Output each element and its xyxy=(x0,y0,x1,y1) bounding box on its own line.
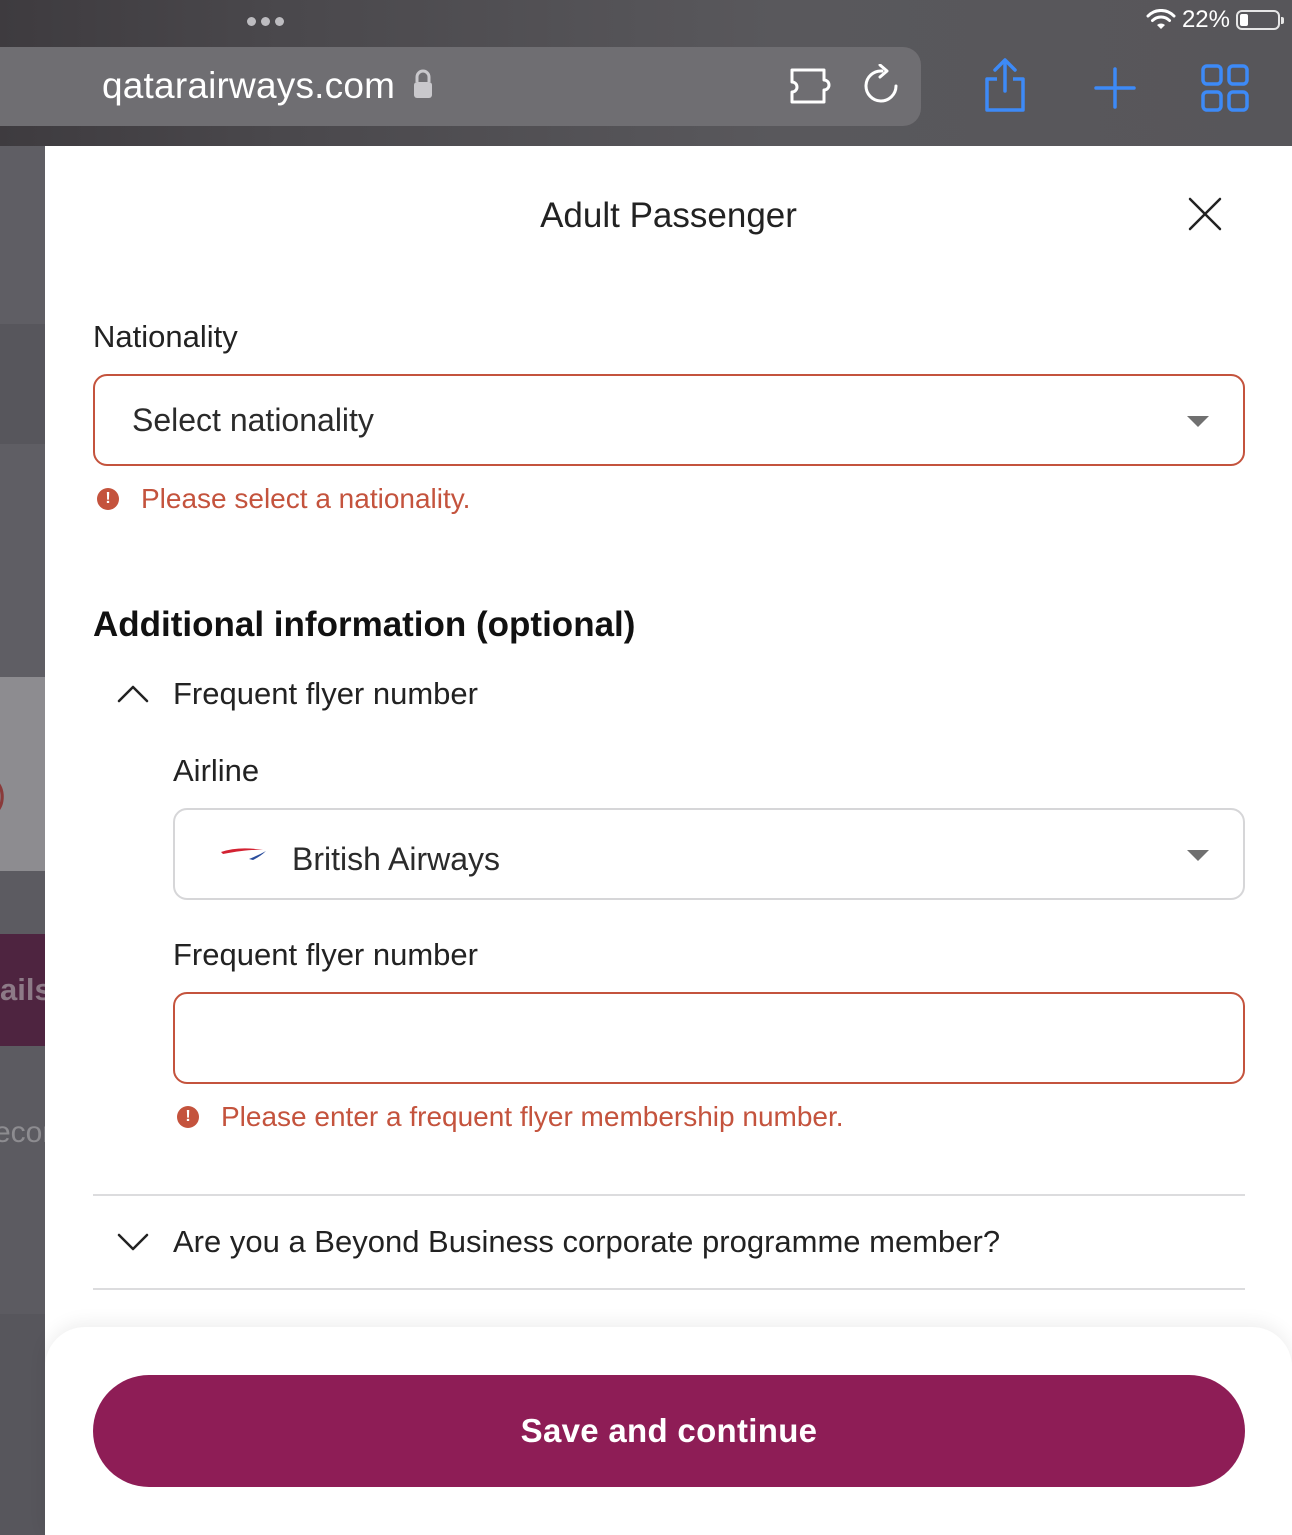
background-page xyxy=(0,146,45,324)
battery-icon xyxy=(1236,10,1284,30)
ffn-error-text: Please enter a frequent flyer membership… xyxy=(221,1101,844,1132)
multitasking-dots[interactable] xyxy=(247,17,284,26)
reload-icon[interactable] xyxy=(862,64,902,106)
nationality-error-text: Please select a nationality. xyxy=(141,483,471,514)
error-icon: ! xyxy=(97,488,119,510)
additional-info-heading: Additional information (optional) xyxy=(93,605,636,644)
divider xyxy=(93,1288,1245,1290)
nationality-placeholder: Select nationality xyxy=(132,402,374,438)
ffn-error: ! Please enter a frequent flyer membersh… xyxy=(177,1101,844,1133)
background-text-fragment: ) xyxy=(0,773,6,815)
passenger-modal: Adult Passenger Nationality Select natio… xyxy=(45,146,1292,1535)
lock-icon xyxy=(414,69,432,98)
url-text[interactable]: qatarairways.com xyxy=(102,65,395,107)
battery-percentage: 22% xyxy=(1181,6,1230,33)
ffn-label: Frequent flyer number xyxy=(173,937,478,972)
chevron-down-icon xyxy=(1187,416,1209,427)
tabs-grid-icon[interactable] xyxy=(1201,64,1249,112)
close-icon[interactable] xyxy=(1187,196,1223,232)
nationality-label: Nationality xyxy=(93,319,238,354)
frequent-flyer-accordion-title: Frequent flyer number xyxy=(173,676,478,711)
chevron-down-icon xyxy=(1187,850,1209,861)
ffn-input[interactable] xyxy=(173,992,1245,1084)
modal-footer: Save and continue xyxy=(45,1327,1292,1535)
beyond-business-accordion[interactable]: Are you a Beyond Business corporate prog… xyxy=(117,1224,1000,1260)
airline-select[interactable]: British Airways xyxy=(173,808,1245,900)
frequent-flyer-accordion[interactable]: Frequent flyer number xyxy=(117,676,478,712)
plus-icon[interactable] xyxy=(1094,67,1136,109)
chevron-up-icon xyxy=(117,685,149,703)
error-icon: ! xyxy=(177,1106,199,1128)
modal-title: Adult Passenger xyxy=(540,196,797,235)
background-text-fragment: ails xyxy=(0,972,52,1007)
extension-icon[interactable] xyxy=(788,66,836,106)
wifi-icon xyxy=(1146,9,1176,29)
address-bar[interactable]: qatarairways.com xyxy=(0,47,921,126)
airline-label: Airline xyxy=(173,753,260,788)
status-bar: 22% xyxy=(1146,6,1284,34)
divider xyxy=(93,1194,1245,1196)
nationality-select[interactable]: Select nationality xyxy=(93,374,1245,466)
british-airways-logo xyxy=(221,848,266,860)
airline-selected-value: British Airways xyxy=(292,841,501,877)
share-icon[interactable] xyxy=(982,57,1028,113)
nationality-error: ! Please select a nationality. xyxy=(97,483,470,515)
chevron-down-icon xyxy=(117,1233,149,1251)
browser-toolbar: 22% qatarairways.com xyxy=(0,0,1292,146)
beyond-business-accordion-title: Are you a Beyond Business corporate prog… xyxy=(173,1224,1001,1259)
save-and-continue-button[interactable]: Save and continue xyxy=(93,1375,1245,1487)
